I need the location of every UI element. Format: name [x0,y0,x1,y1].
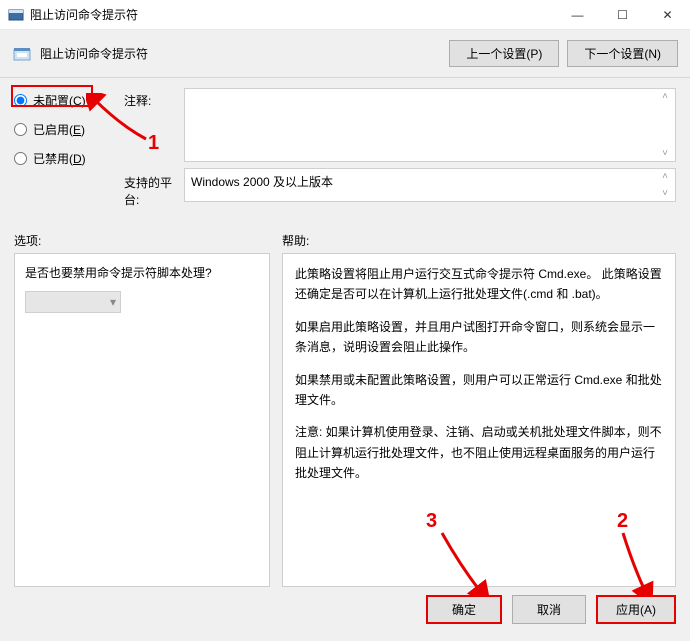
platform-label: 支持的平台: [124,168,184,208]
radio-enabled[interactable]: 已启用(E) [14,121,124,138]
cancel-button[interactable]: 取消 [512,595,586,624]
apply-button[interactable]: 应用(A) [596,595,676,624]
radio-enabled-input[interactable] [14,123,27,136]
help-para: 如果禁用或未配置此策略设置，则用户可以正常运行 Cmd.exe 和批处理文件。 [295,370,663,411]
options-label: 选项: [14,232,282,249]
script-disable-dropdown[interactable]: ▾ [25,291,121,313]
state-radiogroup: 未配置(C) 已启用(E) 已禁用(D) [14,88,124,208]
app-icon [8,7,24,23]
scrollbar-icon: ˄˅ [657,171,673,199]
subheader: 阻止访问命令提示符 上一个设置(P) 下一个设置(N) [0,30,690,78]
subheader-title: 阻止访问命令提示符 [40,45,449,62]
help-label: 帮助: [282,232,676,249]
comment-textarea[interactable]: ˄˅ [184,88,676,162]
window-controls: — ☐ ✕ [555,0,690,29]
options-panel: 是否也要禁用命令提示符脚本处理? ▾ [14,253,270,587]
help-para: 如果启用此策略设置，并且用户试图打开命令窗口，则系统会显示一条消息，说明设置会阻… [295,317,663,358]
help-para: 此策略设置将阻止用户运行交互式命令提示符 Cmd.exe。 此策略设置还确定是否… [295,264,663,305]
config-area: 未配置(C) 已启用(E) 已禁用(D) 注释: ˄˅ 支持的平台: Windo… [0,78,690,222]
dialog-buttons: 确定 取消 应用(A) [0,593,690,634]
comment-label: 注释: [124,88,184,162]
titlebar: 阻止访问命令提示符 — ☐ ✕ [0,0,690,30]
next-setting-button[interactable]: 下一个设置(N) [567,40,678,67]
prev-setting-button[interactable]: 上一个设置(P) [449,40,559,67]
minimize-icon: — [572,8,584,22]
radio-not-configured-input[interactable] [14,94,27,107]
platform-textbox: Windows 2000 及以上版本 ˄˅ [184,168,676,202]
lower-labels: 选项: 帮助: [0,222,690,253]
policy-icon [12,44,32,64]
close-icon: ✕ [662,8,672,22]
scrollbar-icon: ˄˅ [657,91,673,159]
radio-not-configured[interactable]: 未配置(C) [14,92,124,109]
ok-button[interactable]: 确定 [426,595,502,624]
option-question: 是否也要禁用命令提示符脚本处理? [25,264,259,281]
radio-disabled[interactable]: 已禁用(D) [14,150,124,167]
lower-panels: 是否也要禁用命令提示符脚本处理? ▾ 此策略设置将阻止用户运行交互式命令提示符 … [0,253,690,593]
maximize-icon: ☐ [617,8,628,22]
chevron-down-icon: ▾ [110,295,116,309]
help-para: 注意: 如果计算机使用登录、注销、启动或关机批处理文件脚本，则不阻止计算机运行批… [295,422,663,483]
radio-disabled-input[interactable] [14,152,27,165]
window-title: 阻止访问命令提示符 [30,6,555,23]
maximize-button[interactable]: ☐ [600,0,645,30]
close-button[interactable]: ✕ [645,0,690,30]
help-panel[interactable]: 此策略设置将阻止用户运行交互式命令提示符 Cmd.exe。 此策略设置还确定是否… [282,253,676,587]
minimize-button[interactable]: — [555,0,600,30]
